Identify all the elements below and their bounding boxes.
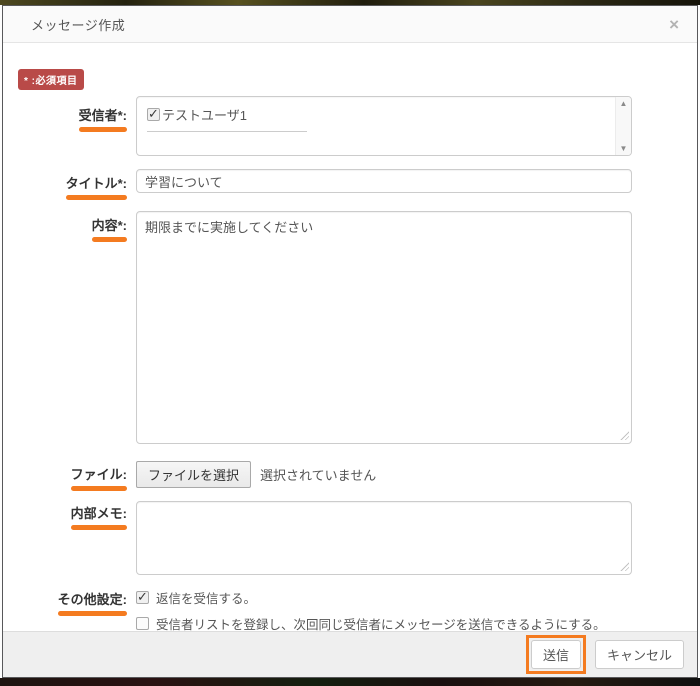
- option-receive-replies[interactable]: 返信を受信する。: [136, 588, 632, 607]
- recipient-item[interactable]: テストユーザ1: [147, 105, 615, 124]
- title-row: タイトル*:: [9, 169, 697, 200]
- recipients-label: 受信者*:: [79, 105, 127, 132]
- compose-form: 受信者*: テストユーザ1 ▲ ▼: [3, 96, 697, 640]
- recipient-checkbox[interactable]: [147, 108, 160, 121]
- modal-body: * :必須項目 受信者*: テストユーザ1: [3, 43, 697, 640]
- required-fields-badge: * :必須項目: [18, 69, 84, 90]
- content-textarea[interactable]: [136, 211, 632, 444]
- compose-message-modal: メッセージ作成 × * :必須項目 受信者*: テストユーザ1: [2, 5, 698, 678]
- modal-footer: 送信 キャンセル: [3, 631, 697, 677]
- file-label: ファイル:: [71, 464, 127, 491]
- other-settings-label: その他設定:: [58, 589, 127, 616]
- recipient-name: テストユーザ1: [162, 105, 247, 124]
- file-status-text: 選択されていません: [260, 465, 376, 484]
- close-icon[interactable]: ×: [669, 16, 679, 33]
- cancel-button[interactable]: キャンセル: [595, 640, 684, 669]
- modal-title: メッセージ作成: [31, 15, 125, 34]
- memo-row: 内部メモ:: [9, 501, 697, 575]
- modal-header: メッセージ作成 ×: [3, 6, 697, 43]
- choose-file-button[interactable]: ファイルを選択: [136, 461, 251, 488]
- recipients-scrollbar[interactable]: ▲ ▼: [615, 97, 631, 155]
- send-button-highlight: 送信: [526, 635, 586, 674]
- memo-label: 内部メモ:: [71, 503, 127, 530]
- title-input[interactable]: [136, 169, 632, 193]
- recipient-divider: [147, 131, 307, 132]
- file-row: ファイル: ファイルを選択 選択されていません: [9, 461, 697, 491]
- content-row: 内容*:: [9, 211, 697, 444]
- send-button[interactable]: 送信: [531, 640, 581, 669]
- scroll-down-icon[interactable]: ▼: [620, 144, 628, 153]
- content-label: 内容*:: [92, 215, 127, 242]
- recipients-list-box: テストユーザ1 ▲ ▼: [136, 96, 632, 156]
- page-backdrop-bottom: [0, 678, 700, 686]
- save-recipient-list-checkbox[interactable]: [136, 617, 149, 630]
- receive-replies-checkbox[interactable]: [136, 591, 149, 604]
- memo-textarea[interactable]: [136, 501, 632, 575]
- title-label: タイトル*:: [66, 173, 127, 200]
- recipients-row: 受信者*: テストユーザ1 ▲ ▼: [9, 96, 697, 156]
- scroll-up-icon[interactable]: ▲: [620, 99, 628, 108]
